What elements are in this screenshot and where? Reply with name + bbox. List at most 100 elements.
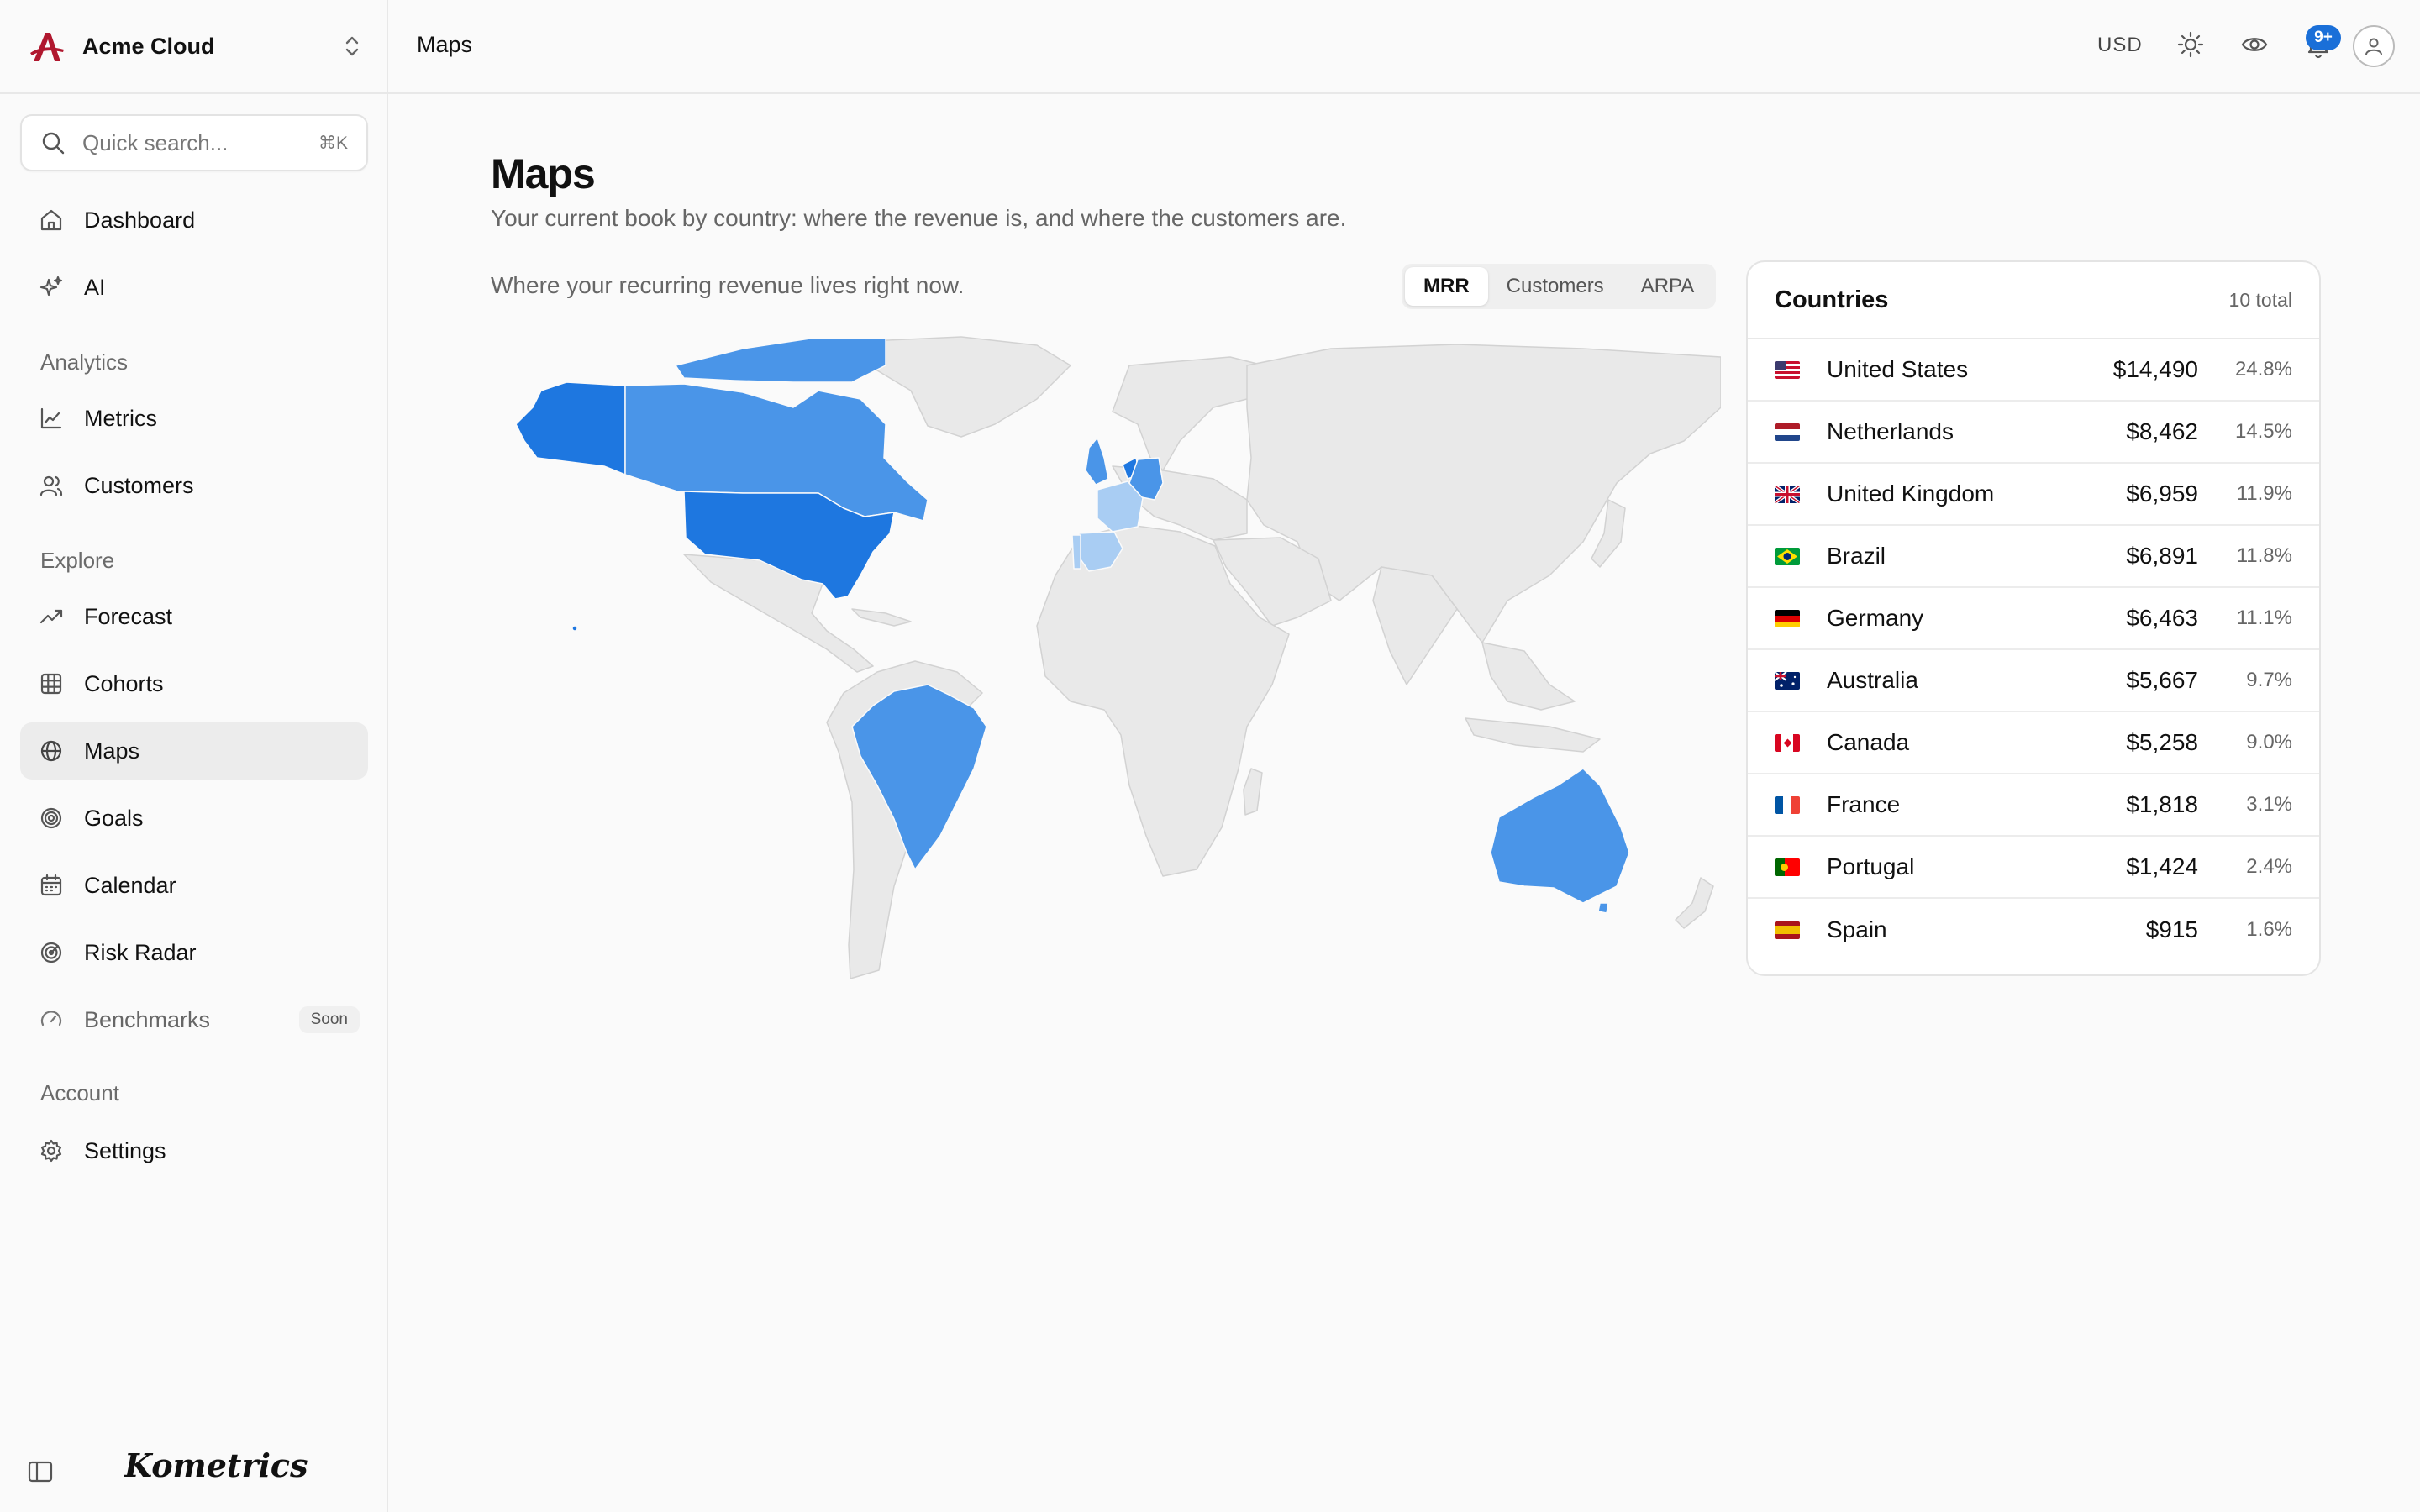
- country-share: 11.8%: [2236, 544, 2292, 567]
- page-title: Maps: [491, 150, 596, 197]
- tab-mrr[interactable]: MRR: [1405, 267, 1488, 306]
- countries-total: 10 total: [2228, 288, 2292, 311]
- brazil-flag-icon: [1775, 547, 1800, 565]
- nav-settings[interactable]: Settings: [20, 1122, 368, 1179]
- country-row[interactable]: Australia $5,667 9.7%: [1748, 650, 2319, 712]
- country-row[interactable]: Spain $915 1.6%: [1748, 899, 2319, 961]
- user-icon: [2365, 38, 2382, 55]
- search-placeholder: Quick search...: [82, 129, 229, 155]
- tab-arpa[interactable]: ARPA: [1623, 267, 1713, 306]
- country-share: 3.1%: [2246, 793, 2292, 816]
- country-mrr: $6,463: [2126, 605, 2198, 631]
- sun-icon[interactable]: [2176, 30, 2205, 59]
- caribbean-region: [851, 608, 912, 627]
- country-share: 24.8%: [2234, 358, 2292, 381]
- sidebar: Acme Cloud Quick search... ⌘K Dashboard …: [0, 0, 388, 1512]
- france-flag-icon: [1775, 795, 1800, 814]
- nav-cohorts[interactable]: Cohorts: [20, 655, 368, 712]
- nav-goals[interactable]: Goals: [20, 790, 368, 847]
- nav-metrics[interactable]: Metrics: [20, 390, 368, 447]
- nav-forecast[interactable]: Forecast: [20, 588, 368, 645]
- nav-calendar[interactable]: Calendar: [20, 857, 368, 914]
- uk-flag-icon: [1775, 485, 1800, 503]
- nav-customers[interactable]: Customers: [20, 457, 368, 514]
- sidebar-toggle-icon[interactable]: [27, 1458, 54, 1485]
- country-mrr: $6,959: [2126, 480, 2198, 507]
- country-mrr: $6,891: [2126, 543, 2198, 569]
- country-share: 2.4%: [2246, 855, 2292, 878]
- country-mrr: $14,490: [2112, 356, 2198, 382]
- topbar-divider: [0, 92, 2420, 94]
- country-row[interactable]: Germany $6,463 11.1%: [1748, 588, 2319, 650]
- kometrics-logo: Kometrics: [124, 1446, 308, 1484]
- nav-label: Customers: [84, 472, 194, 498]
- workspace-switcher[interactable]: Acme Cloud: [29, 25, 365, 67]
- country-name: Australia: [1827, 667, 1918, 693]
- avatar[interactable]: [2353, 25, 2395, 67]
- portugal-flag-icon: [1775, 858, 1800, 876]
- southeast-asia-region: [1481, 642, 1576, 711]
- alaska-region: [515, 381, 626, 475]
- country-row[interactable]: Netherlands $8,462 14.5%: [1748, 402, 2319, 464]
- us-flag-icon: [1775, 360, 1800, 379]
- nav-maps[interactable]: Maps: [20, 722, 368, 780]
- world-map: [515, 336, 1721, 979]
- country-row[interactable]: France $1,818 3.1%: [1748, 774, 2319, 837]
- globe-icon: [40, 740, 62, 762]
- target-icon: [40, 807, 62, 829]
- radar-icon: [40, 942, 62, 963]
- grid-icon: [40, 673, 62, 695]
- section-explore: Explore: [40, 548, 115, 573]
- country-share: 11.1%: [2236, 606, 2292, 629]
- hawaii-region: [571, 625, 578, 632]
- nav-dashboard[interactable]: Dashboard: [20, 192, 368, 249]
- workspace-name: Acme Cloud: [82, 33, 215, 59]
- country-name: Canada: [1827, 729, 1910, 755]
- country-name: Germany: [1827, 605, 1924, 631]
- europe-region: [1112, 356, 1265, 471]
- line-chart-icon: [40, 407, 62, 429]
- quick-search[interactable]: Quick search... ⌘K: [20, 114, 368, 171]
- home-icon: [40, 209, 62, 231]
- country-name: Brazil: [1827, 543, 1886, 569]
- nav-label: Settings: [84, 1137, 166, 1163]
- nav-ai[interactable]: AI: [20, 259, 368, 316]
- nav-benchmarks[interactable]: Benchmarks Soon: [20, 991, 368, 1048]
- country-row[interactable]: Brazil $6,891 11.8%: [1748, 526, 2319, 588]
- country-name: Portugal: [1827, 853, 1915, 879]
- new-zealand-region: [1675, 877, 1714, 929]
- gauge-icon: [40, 1011, 62, 1026]
- acme-logo-icon: [30, 33, 64, 61]
- eye-icon[interactable]: [2240, 30, 2269, 59]
- country-mrr: $5,258: [2126, 729, 2198, 755]
- country-name: United Kingdom: [1827, 480, 1995, 507]
- tab-customers[interactable]: Customers: [1488, 267, 1623, 306]
- search-shortcut: ⌘K: [318, 133, 348, 153]
- country-mrr: $1,818: [2126, 791, 2198, 817]
- country-row[interactable]: United Kingdom $6,959 11.9%: [1748, 464, 2319, 526]
- country-mrr: $8,462: [2126, 418, 2198, 444]
- breadcrumb: Maps: [417, 32, 473, 57]
- country-share: 1.6%: [2246, 918, 2292, 941]
- section-analytics: Analytics: [40, 349, 129, 375]
- section-account: Account: [40, 1080, 119, 1105]
- germany-flag-icon: [1775, 609, 1800, 627]
- nav-label: Metrics: [84, 405, 157, 431]
- country-share: 9.0%: [2246, 731, 2292, 753]
- search-icon: [42, 132, 65, 155]
- australia-flag-icon: [1775, 671, 1800, 690]
- nav-label: AI: [84, 274, 106, 300]
- chevron-up-down-icon: [345, 36, 359, 56]
- metric-toggle: MRR Customers ARPA: [1402, 264, 1717, 309]
- country-row[interactable]: Portugal $1,424 2.4%: [1748, 837, 2319, 899]
- spain-flag-icon: [1775, 921, 1800, 939]
- nav-label: Maps: [84, 738, 140, 764]
- nav-label: Forecast: [84, 603, 173, 629]
- tasmania-region: [1597, 902, 1609, 914]
- nav-risk-radar[interactable]: Risk Radar: [20, 924, 368, 981]
- country-row[interactable]: United States $14,490 24.8%: [1748, 339, 2319, 402]
- country-row[interactable]: Canada $5,258 9.0%: [1748, 712, 2319, 774]
- country-mrr: $915: [2145, 916, 2198, 942]
- nav-label: Dashboard: [84, 207, 196, 233]
- currency-selector[interactable]: USD: [2097, 34, 2143, 57]
